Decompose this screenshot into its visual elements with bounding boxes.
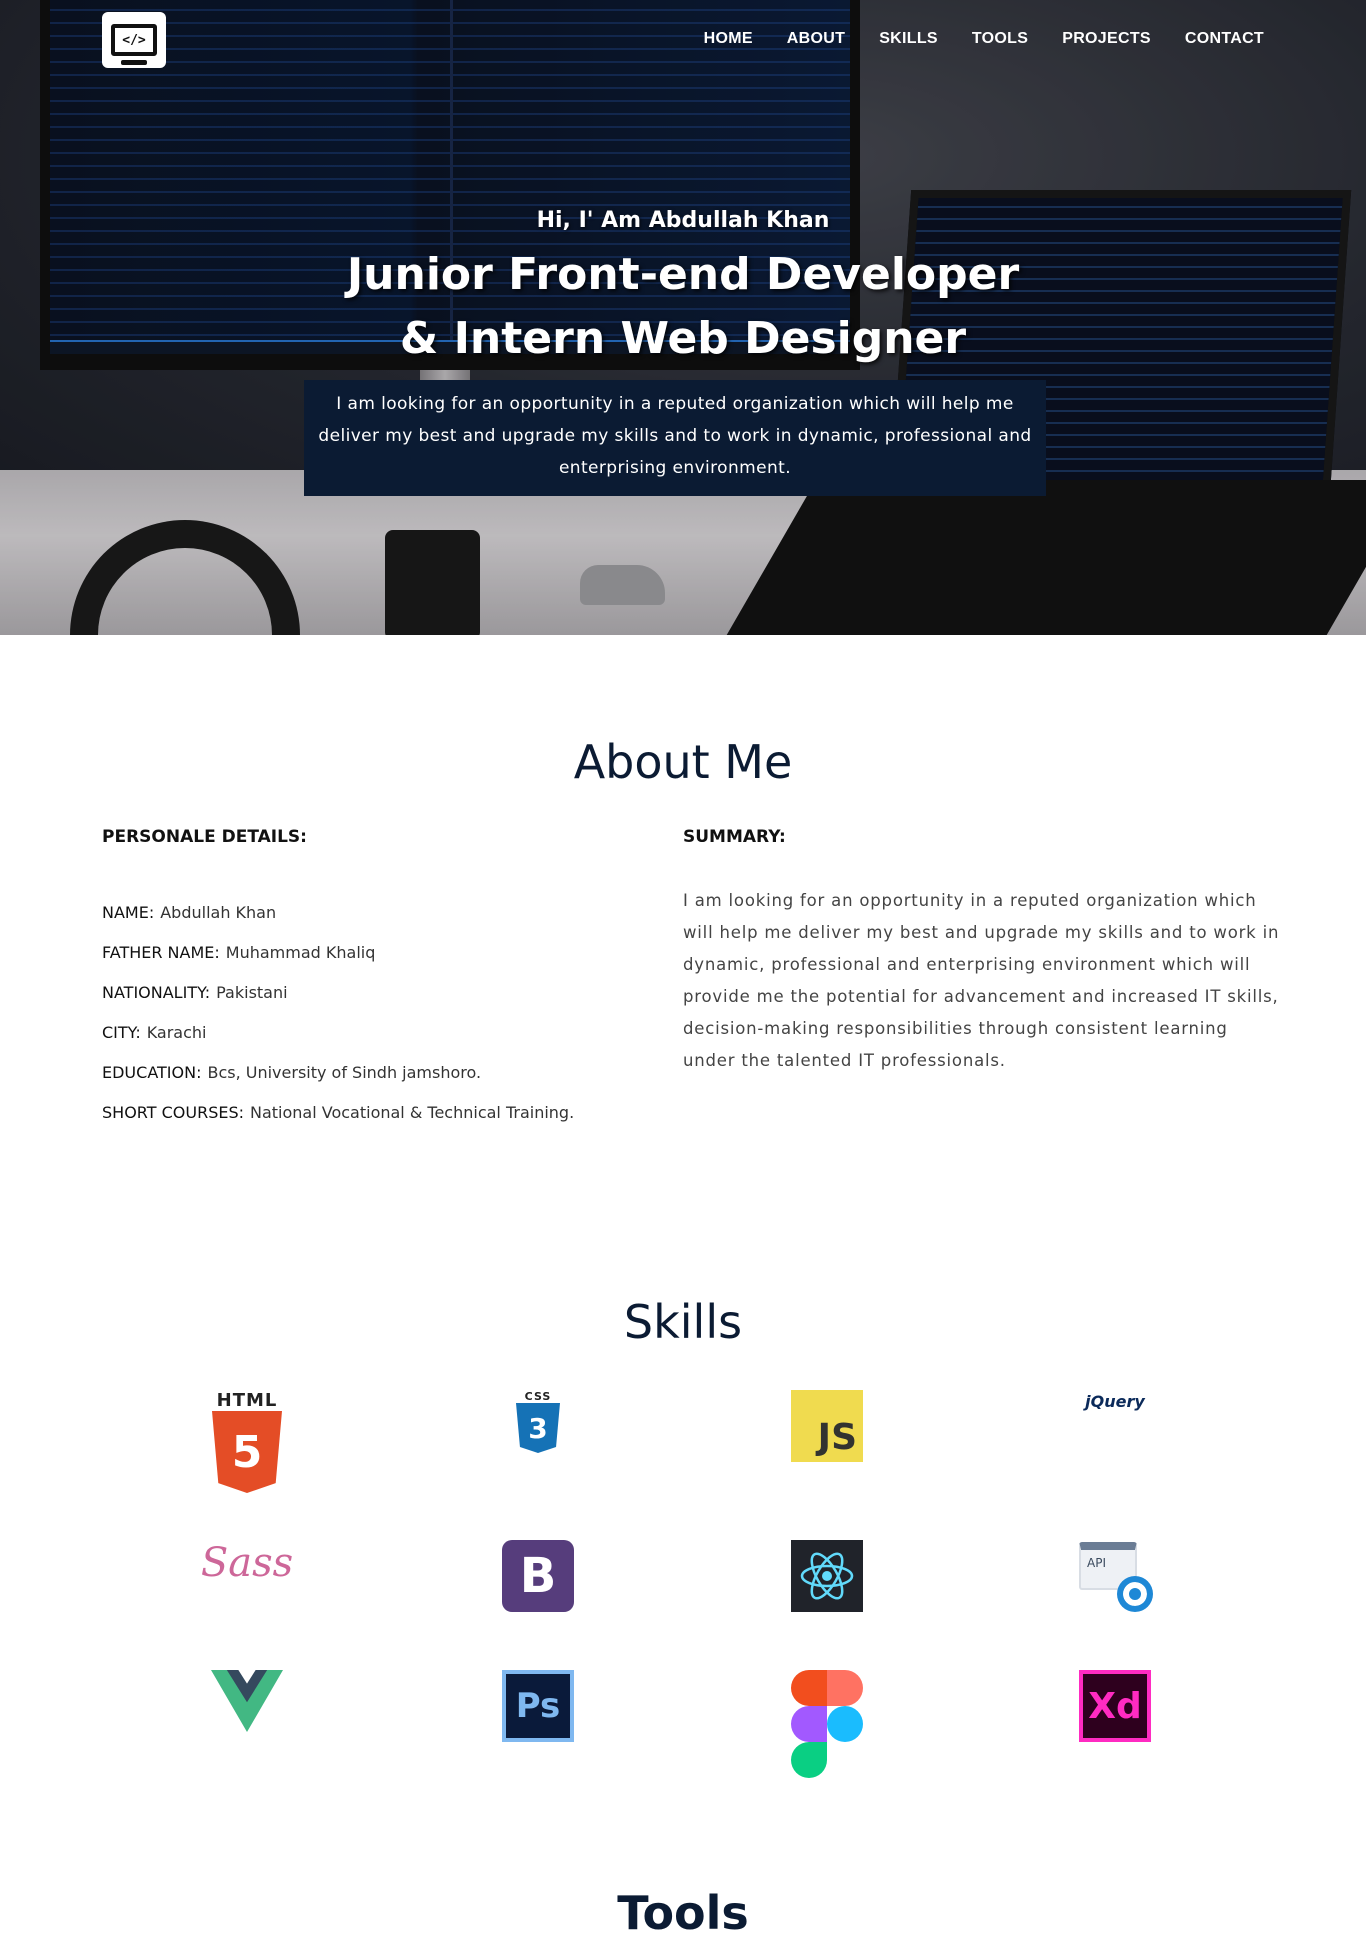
css3-icon: CSS 3	[516, 1390, 560, 1453]
nav-contact-link[interactable]: CONTACT	[1185, 30, 1264, 48]
detail-name: NAME: Abdullah Khan	[102, 903, 277, 922]
jquery-icon: jQuery	[1085, 1392, 1145, 1411]
about-title: About Me	[573, 735, 793, 789]
skill-html5: HTML 5	[207, 1390, 287, 1500]
summary-text: I am looking for an opportunity in a rep…	[683, 891, 1280, 1070]
hero-headline: Junior Front-end Developer & Intern Web …	[0, 243, 1366, 371]
sass-icon: Sass	[200, 1540, 294, 1586]
hero-section: </> HOME ABOUT SKILLS TOOLS PROJECTS CON…	[0, 0, 1366, 635]
skills-section: Skills HTML 5 CSS 3 JS jQuery Sass B API…	[0, 1295, 1366, 1778]
bootstrap-icon: B	[502, 1540, 574, 1612]
adobe-xd-icon: Xd	[1079, 1670, 1151, 1742]
javascript-icon: JS	[791, 1390, 863, 1462]
site-logo[interactable]: </>	[102, 12, 166, 68]
nav-about-link[interactable]: ABOUT	[787, 30, 845, 48]
summary-column: SUMMARY: I am looking for an opportunity…	[683, 827, 1283, 1077]
skills-title: Skills	[623, 1295, 743, 1349]
about-section: About Me PERSONALE DETAILS: NAME: Abdulla…	[0, 635, 1366, 1122]
api-gear-icon: API	[1077, 1540, 1153, 1612]
top-navigation: </> HOME ABOUT SKILLS TOOLS PROJECTS CON…	[0, 0, 1366, 80]
nav-home-link[interactable]: HOME	[704, 30, 753, 48]
skill-adobe-xd: Xd	[1075, 1670, 1155, 1780]
skill-photoshop: Ps	[498, 1670, 578, 1780]
nav-projects-link[interactable]: PROJECTS	[1062, 30, 1151, 48]
figma-icon	[791, 1670, 863, 1778]
photoshop-icon: Ps	[502, 1670, 574, 1742]
skill-api: API	[1075, 1540, 1155, 1650]
personal-details-heading: PERSONALE DETAILS:	[102, 827, 307, 847]
hero-greeting: Hi, I' Am Abdullah Khan	[536, 208, 830, 233]
skill-javascript: JS	[787, 1390, 867, 1500]
personal-details-list: NAME: Abdullah Khan FATHER NAME: Muhammad …	[102, 893, 622, 1133]
skill-jquery: jQuery	[1075, 1390, 1155, 1500]
detail-city: CITY: Karachi	[102, 1023, 207, 1042]
skill-bootstrap: B	[498, 1540, 578, 1650]
monitor-code-icon: </>	[111, 24, 157, 65]
skill-sass: Sass	[201, 1540, 293, 1650]
html5-icon: HTML 5	[212, 1390, 282, 1493]
react-icon	[791, 1540, 863, 1612]
detail-father-name: FATHER NAME: Muhammad Khaliq	[102, 943, 376, 962]
detail-short-courses: SHORT COURSES: National Vocational & Tech…	[102, 1103, 575, 1122]
skill-vue	[207, 1670, 287, 1780]
skill-css3: CSS 3	[498, 1390, 578, 1500]
hero-text: Hi, I' Am Abdullah Khan Junior Front-end…	[0, 208, 1366, 371]
nav-skills-link[interactable]: SKILLS	[879, 30, 938, 48]
skill-react	[787, 1540, 867, 1650]
nav-tools-link[interactable]: TOOLS	[972, 30, 1028, 48]
tools-title: Tools	[617, 1886, 749, 1940]
skill-figma	[787, 1670, 867, 1780]
detail-nationality: NATIONALITY: Pakistani	[102, 983, 288, 1002]
hero-intro-box: I am looking for an opportunity in a rep…	[304, 380, 1046, 496]
summary-heading: SUMMARY:	[683, 827, 786, 847]
detail-education: EDUCATION: Bcs, University of Sindh jamsh…	[102, 1063, 482, 1082]
vue-icon	[211, 1670, 283, 1732]
hero-headline-line1: Junior Front-end Developer	[346, 249, 1020, 300]
hero-headline-line2: & Intern Web Designer	[399, 313, 967, 364]
nav-menu: HOME ABOUT SKILLS TOOLS PROJECTS CONTACT	[704, 30, 1264, 48]
personal-details-column: PERSONALE DETAILS: NAME: Abdullah Khan FA…	[102, 827, 622, 1133]
